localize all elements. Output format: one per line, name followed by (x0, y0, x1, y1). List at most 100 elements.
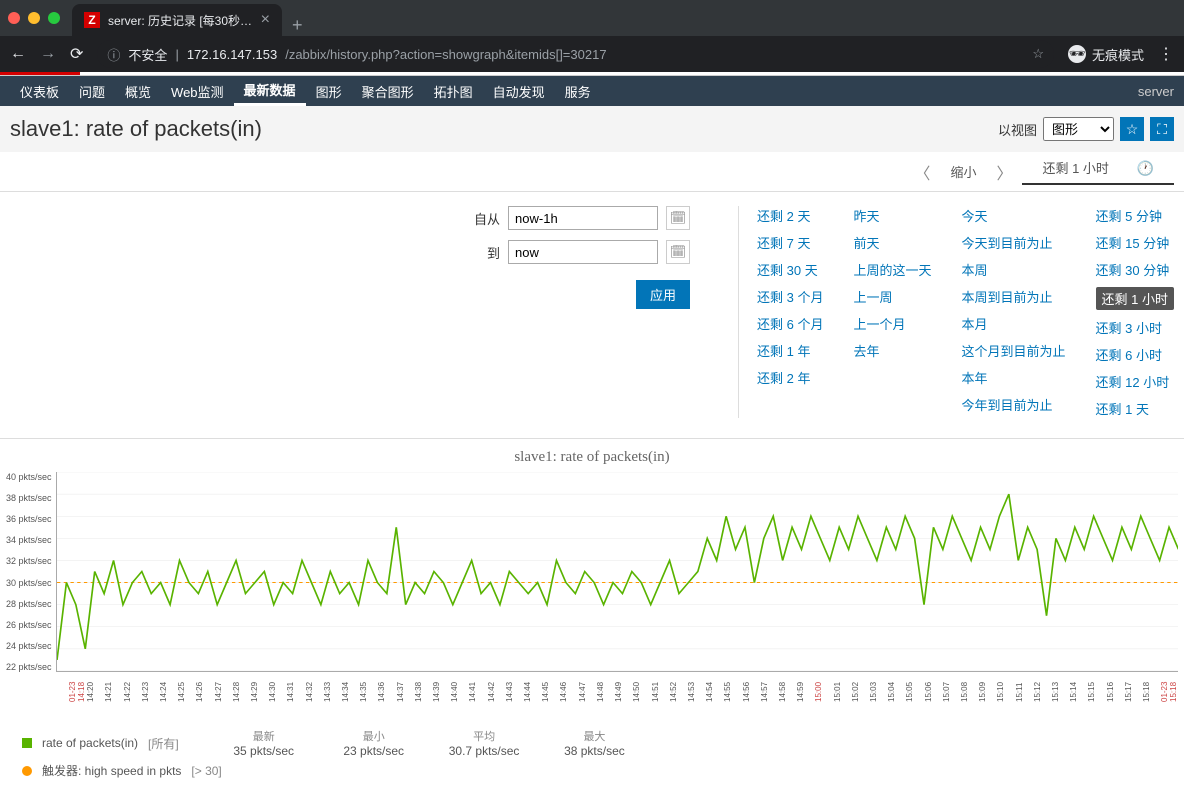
preset-link[interactable]: 还剩 6 个月 (757, 314, 823, 333)
preset-link[interactable]: 今天 (962, 206, 1066, 225)
nav-item[interactable]: 自动发现 (483, 76, 555, 106)
apply-button[interactable]: 应用 (636, 280, 690, 309)
nav-item[interactable]: 聚合图形 (352, 76, 424, 106)
url-host: 172.16.147.153 (187, 47, 277, 62)
plot-area[interactable] (56, 472, 1178, 672)
back-button[interactable]: ← (10, 45, 26, 63)
zoom-shrink[interactable]: 缩小 (940, 162, 986, 181)
address-bar[interactable]: ⓘ 不安全 | 172.16.147.153/zabbix/history.ph… (97, 40, 1054, 68)
x-tick: 14:34 (341, 674, 359, 710)
preset-link[interactable]: 本年 (962, 368, 1066, 387)
preset-link[interactable]: 还剩 30 天 (757, 260, 823, 279)
preset-link[interactable]: 还剩 3 小时 (1096, 318, 1174, 337)
x-tick: 14:31 (286, 674, 304, 710)
preset-link[interactable]: 还剩 1 年 (757, 341, 823, 360)
from-input[interactable] (508, 206, 658, 230)
x-axis: 01-23 14:1814:2014:2114:2214:2314:2414:2… (68, 674, 1178, 710)
info-icon[interactable]: ⓘ (107, 45, 120, 64)
to-calendar-icon[interactable]: 🗓 (666, 240, 690, 264)
preset-link[interactable]: 还剩 1 天 (1096, 399, 1174, 418)
browser-tab[interactable]: Z server: 历史记录 [每30秒刷新一... × (72, 4, 282, 36)
stat-min-label: 最小 (339, 728, 409, 744)
forward-button[interactable]: → (40, 45, 56, 63)
preset-link[interactable]: 上一个月 (854, 314, 932, 333)
minimize-window-icon[interactable] (28, 12, 40, 24)
bookmark-icon[interactable]: ☆ (1032, 46, 1044, 62)
incognito-label: 无痕模式 (1092, 45, 1144, 64)
x-tick: 15:04 (887, 674, 905, 710)
y-tick: 28 pkts/sec (6, 599, 52, 609)
from-calendar-icon[interactable]: 🗓 (666, 206, 690, 230)
stat-max-value: 38 pkts/sec (559, 744, 629, 758)
x-tick: 14:48 (596, 674, 614, 710)
preset-link[interactable]: 今年到目前为止 (962, 395, 1066, 414)
nav-item[interactable]: 拓扑图 (424, 76, 483, 106)
preset-link[interactable]: 还剩 30 分钟 (1096, 260, 1174, 279)
zoom-prev-icon[interactable]: 〈 (904, 160, 940, 184)
to-input[interactable] (508, 240, 658, 264)
chart-legend: rate of packets(in) [所有] 最新35 pkts/sec 最… (22, 728, 1172, 779)
incognito-icon: 🕶 (1068, 45, 1086, 63)
from-label: 自从 (474, 209, 500, 228)
preset-link[interactable]: 还剩 3 个月 (757, 287, 823, 306)
legend-series-name: rate of packets(in) (42, 736, 138, 750)
page-title: slave1: rate of packets(in) (10, 116, 262, 142)
preset-link[interactable]: 这个月到目前为止 (962, 341, 1066, 360)
x-tick: 14:33 (323, 674, 341, 710)
favorite-button[interactable]: ☆ (1120, 117, 1144, 141)
preset-link[interactable]: 本周 (962, 260, 1066, 279)
preset-link[interactable]: 去年 (854, 341, 932, 360)
nav-item[interactable]: 图形 (306, 76, 352, 106)
preset-link[interactable]: 还剩 2 年 (757, 368, 823, 387)
preset-link[interactable]: 还剩 6 小时 (1096, 345, 1174, 364)
maximize-window-icon[interactable] (48, 12, 60, 24)
x-tick: 14:47 (578, 674, 596, 710)
preset-link[interactable]: 昨天 (854, 206, 932, 225)
preset-link[interactable]: 还剩 1 小时 (1096, 287, 1174, 310)
menu-icon[interactable]: ⋮ (1158, 44, 1174, 64)
x-tick: 15:14 (1069, 674, 1087, 710)
close-window-icon[interactable] (8, 12, 20, 24)
nav-item[interactable]: 服务 (555, 76, 601, 106)
x-tick: 15:06 (924, 674, 942, 710)
preset-link[interactable]: 上一周 (854, 287, 932, 306)
nav-item[interactable]: 问题 (69, 76, 115, 106)
nav-item[interactable]: 最新数据 (234, 76, 306, 106)
x-tick: 14:20 (86, 674, 104, 710)
nav-item[interactable]: Web监测 (161, 76, 234, 106)
window-controls[interactable] (8, 12, 60, 24)
zoom-next-icon[interactable]: 〉 (986, 160, 1022, 184)
x-tick: 14:52 (669, 674, 687, 710)
reload-button[interactable]: ⟳ (70, 44, 83, 64)
nav-item[interactable]: 仪表板 (10, 76, 69, 106)
legend-series-note: [所有] (148, 735, 179, 752)
preset-link[interactable]: 还剩 7 天 (757, 233, 823, 252)
x-tick: 14:27 (214, 674, 232, 710)
close-tab-icon[interactable]: × (261, 11, 270, 29)
x-tick: 15:10 (996, 674, 1014, 710)
view-select[interactable]: 图形 (1043, 117, 1114, 141)
preset-link[interactable]: 还剩 2 天 (757, 206, 823, 225)
preset-link[interactable]: 上周的这一天 (854, 260, 932, 279)
chart-title: slave1: rate of packets(in) (6, 449, 1178, 466)
x-tick: 14:38 (414, 674, 432, 710)
zoom-range-label[interactable]: 还剩 1 小时 🕐 (1022, 158, 1174, 185)
x-tick: 15:08 (960, 674, 978, 710)
new-tab-button[interactable]: + (282, 15, 313, 36)
preset-link[interactable]: 本周到目前为止 (962, 287, 1066, 306)
incognito-badge[interactable]: 🕶 无痕模式 (1068, 45, 1144, 64)
x-tick: 14:26 (195, 674, 213, 710)
preset-link[interactable]: 本月 (962, 314, 1066, 333)
zoom-bar: 〈 缩小 〉 还剩 1 小时 🕐 (0, 152, 1184, 192)
y-tick: 38 pkts/sec (6, 493, 52, 503)
preset-link[interactable]: 还剩 5 分钟 (1096, 206, 1174, 225)
preset-link[interactable]: 还剩 12 小时 (1096, 372, 1174, 391)
nav-item[interactable]: 概览 (115, 76, 161, 106)
x-tick: 14:46 (559, 674, 577, 710)
preset-link[interactable]: 前天 (854, 233, 932, 252)
stat-latest-value: 35 pkts/sec (229, 744, 299, 758)
preset-link[interactable]: 还剩 15 分钟 (1096, 233, 1174, 252)
preset-link[interactable]: 今天到目前为止 (962, 233, 1066, 252)
fullscreen-button[interactable]: ⛶ (1150, 117, 1174, 141)
x-tick: 14:50 (632, 674, 650, 710)
